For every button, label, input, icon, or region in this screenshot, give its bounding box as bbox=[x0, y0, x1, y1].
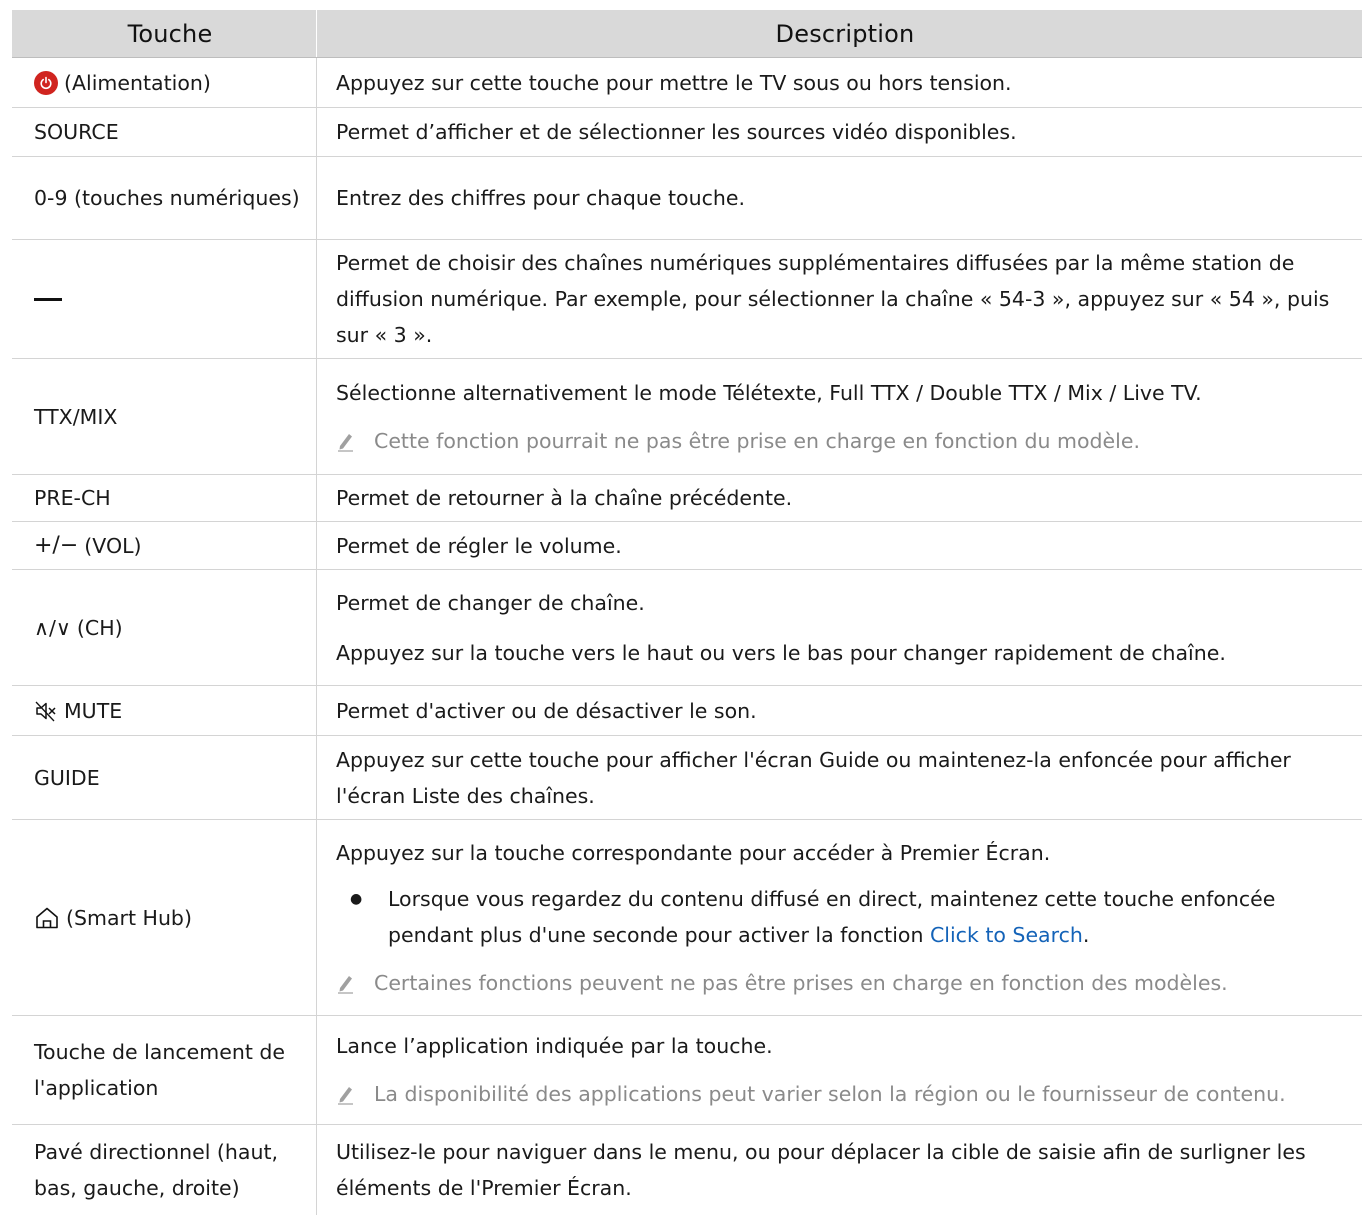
header-touche: Touche bbox=[12, 10, 317, 57]
pencil-icon bbox=[336, 965, 374, 1001]
key-label: (VOL) bbox=[84, 533, 142, 558]
note-text: Certaines fonctions peuvent ne pas être … bbox=[374, 970, 1228, 995]
note: Certaines fonctions peuvent ne pas être … bbox=[336, 965, 1354, 1001]
description-text: Entrez des chiffres pour chaque touche. bbox=[336, 186, 745, 210]
bullet-dot-icon: ● bbox=[350, 890, 363, 907]
note: Cette fonction pourrait ne pas être pris… bbox=[336, 423, 1354, 459]
pencil-icon bbox=[336, 1076, 374, 1112]
key-cell: Touche de lancement de l'application bbox=[12, 1016, 317, 1124]
table-row: TTX/MIX Sélectionne alternativement le m… bbox=[12, 359, 1362, 475]
key-label: (Smart Hub) bbox=[66, 905, 192, 930]
table-row: (Smart Hub) Appuyez sur la touche corres… bbox=[12, 820, 1362, 1016]
table-row: PRE-CH Permet de retourner à la chaîne p… bbox=[12, 475, 1362, 522]
description-cell: Permet de régler le volume. bbox=[317, 522, 1362, 569]
table-row: Touche de lancement de l'application Lan… bbox=[12, 1016, 1362, 1125]
key-cell: Pavé directionnel (haut, bas, gauche, dr… bbox=[12, 1125, 317, 1215]
bullet-item: ● Lorsque vous regardez du contenu diffu… bbox=[336, 881, 1354, 953]
description-text: Appuyez sur cette touche pour mettre le … bbox=[336, 70, 1012, 95]
home-icon bbox=[34, 905, 60, 931]
description-cell: Permet de changer de chaîne. Appuyez sur… bbox=[317, 570, 1362, 685]
key-label: PRE-CH bbox=[34, 486, 111, 510]
pencil-icon bbox=[336, 423, 374, 459]
remote-keys-table: Touche Description (Alimentation) Appuye… bbox=[12, 10, 1362, 1215]
key-cell: ∧/∨ (CH) bbox=[12, 570, 317, 685]
key-cell: (Alimentation) bbox=[12, 58, 317, 107]
description-text: Permet d’afficher et de sélectionner les… bbox=[336, 120, 1017, 144]
key-cell bbox=[12, 240, 317, 358]
key-cell: 0-9 (touches numériques) bbox=[12, 157, 317, 239]
table-row: MUTE Permet d'activer ou de désactiver l… bbox=[12, 686, 1362, 736]
note-text: Cette fonction pourrait ne pas être pris… bbox=[374, 428, 1140, 453]
key-cell: GUIDE bbox=[12, 736, 317, 819]
bullet-text-main: Lorsque vous regardez du contenu diffusé… bbox=[388, 886, 1276, 947]
key-label: 0-9 (touches numériques) bbox=[34, 186, 300, 210]
table-row: 0-9 (touches numériques) Entrez des chif… bbox=[12, 157, 1362, 240]
description-text: Lance l’application indiquée par la touc… bbox=[336, 1034, 773, 1058]
description-text: Appuyez sur la touche correspondante pou… bbox=[336, 840, 1051, 865]
key-label: MUTE bbox=[64, 698, 123, 723]
header-description: Description bbox=[775, 19, 915, 48]
description-text: Appuyez sur cette touche pour afficher l… bbox=[336, 747, 1291, 808]
bullet-text: Lorsque vous regardez du contenu diffusé… bbox=[388, 881, 1354, 953]
description-cell: Permet d'activer ou de désactiver le son… bbox=[317, 686, 1362, 735]
table-row: GUIDE Appuyez sur cette touche pour affi… bbox=[12, 736, 1362, 820]
description-text: Permet d'activer ou de désactiver le son… bbox=[336, 698, 757, 723]
description-text-2: Appuyez sur la touche vers le haut ou ve… bbox=[336, 640, 1226, 665]
table-header: Touche Description bbox=[12, 10, 1362, 58]
dash-icon bbox=[34, 297, 62, 301]
description-text: Permet de choisir des chaînes numériques… bbox=[336, 251, 1330, 347]
power-icon bbox=[34, 70, 58, 95]
description-cell: Appuyez sur la touche correspondante pou… bbox=[317, 820, 1362, 1015]
description-cell: Permet de choisir des chaînes numériques… bbox=[317, 240, 1362, 358]
description-cell: Entrez des chiffres pour chaque touche. bbox=[317, 157, 1362, 239]
description-text: Permet de retourner à la chaîne précéden… bbox=[336, 486, 793, 510]
description-text: Utilisez-le pour naviguer dans le menu, … bbox=[336, 1140, 1306, 1200]
key-label: SOURCE bbox=[34, 120, 119, 144]
table-row: ∧/∨ (CH) Permet de changer de chaîne. Ap… bbox=[12, 570, 1362, 686]
key-cell: SOURCE bbox=[12, 108, 317, 156]
table-row: (Alimentation) Appuyez sur cette touche … bbox=[12, 58, 1362, 108]
description-cell: Appuyez sur cette touche pour afficher l… bbox=[317, 736, 1362, 819]
click-to-search-link[interactable]: Click to Search bbox=[930, 923, 1083, 947]
description-cell: Sélectionne alternativement le mode Télé… bbox=[317, 359, 1362, 474]
key-label: TTX/MIX bbox=[34, 404, 118, 429]
key-label: GUIDE bbox=[34, 765, 100, 790]
table-row: SOURCE Permet d’afficher et de sélection… bbox=[12, 108, 1362, 157]
key-label: (CH) bbox=[76, 615, 123, 640]
volume-plus-minus-icon: +/− bbox=[34, 532, 79, 558]
description-cell: Lance l’application indiquée par la touc… bbox=[317, 1016, 1362, 1124]
channel-up-down-icon: ∧/∨ bbox=[34, 615, 71, 640]
table-row: Permet de choisir des chaînes numériques… bbox=[12, 240, 1362, 359]
key-label: Pavé directionnel (haut, bas, gauche, dr… bbox=[34, 1140, 279, 1200]
description-text: Permet de changer de chaîne. bbox=[336, 590, 645, 615]
description-cell: Permet d’afficher et de sélectionner les… bbox=[317, 108, 1362, 156]
bullet-text-end: . bbox=[1082, 922, 1090, 947]
key-cell: PRE-CH bbox=[12, 475, 317, 521]
key-cell: TTX/MIX bbox=[12, 359, 317, 474]
description-text: Sélectionne alternativement le mode Télé… bbox=[336, 380, 1202, 405]
note: La disponibilité des applications peut v… bbox=[336, 1076, 1354, 1112]
description-cell: Appuyez sur cette touche pour mettre le … bbox=[317, 58, 1362, 107]
description-text: Permet de régler le volume. bbox=[336, 533, 622, 558]
note-text: La disponibilité des applications peut v… bbox=[374, 1082, 1286, 1106]
key-cell: MUTE bbox=[12, 686, 317, 735]
table-row: +/− (VOL) Permet de régler le volume. bbox=[12, 522, 1362, 570]
mute-icon bbox=[34, 699, 58, 723]
description-cell: Permet de retourner à la chaîne précéden… bbox=[317, 475, 1362, 521]
key-label: (Alimentation) bbox=[64, 70, 211, 95]
key-cell: (Smart Hub) bbox=[12, 820, 317, 1015]
key-cell: +/− (VOL) bbox=[12, 522, 317, 569]
key-label: Touche de lancement de l'application bbox=[34, 1040, 285, 1100]
table-row: Pavé directionnel (haut, bas, gauche, dr… bbox=[12, 1125, 1362, 1215]
description-cell: Utilisez-le pour naviguer dans le menu, … bbox=[317, 1125, 1362, 1215]
